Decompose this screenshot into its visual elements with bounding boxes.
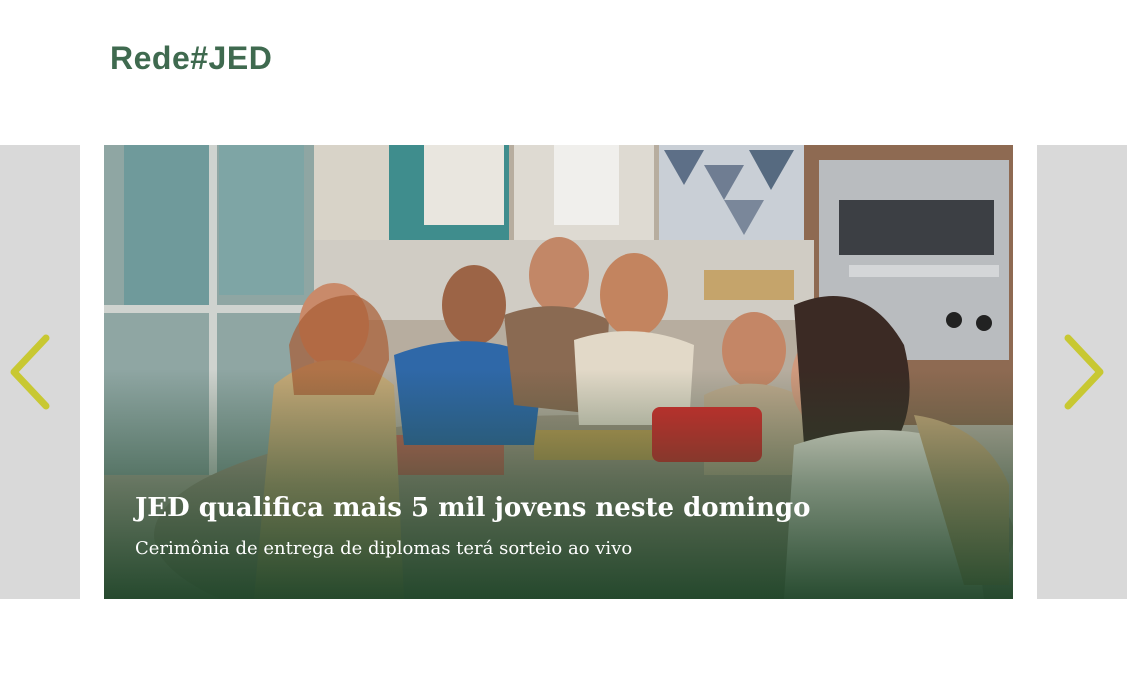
- slide-title[interactable]: JED qualifica mais 5 mil jovens neste do…: [135, 493, 810, 523]
- carousel-slide[interactable]: JED qualifica mais 5 mil jovens neste do…: [104, 145, 1013, 599]
- chevron-right-icon: [1064, 334, 1104, 410]
- slide-subtitle[interactable]: Cerimônia de entrega de diplomas terá so…: [135, 538, 632, 559]
- carousel-next-button[interactable]: [1060, 332, 1108, 412]
- caption-gradient: [104, 369, 1013, 599]
- carousel-prev-button[interactable]: [6, 332, 54, 412]
- site-logo[interactable]: Rede#JED: [110, 40, 272, 77]
- chevron-left-icon: [10, 334, 50, 410]
